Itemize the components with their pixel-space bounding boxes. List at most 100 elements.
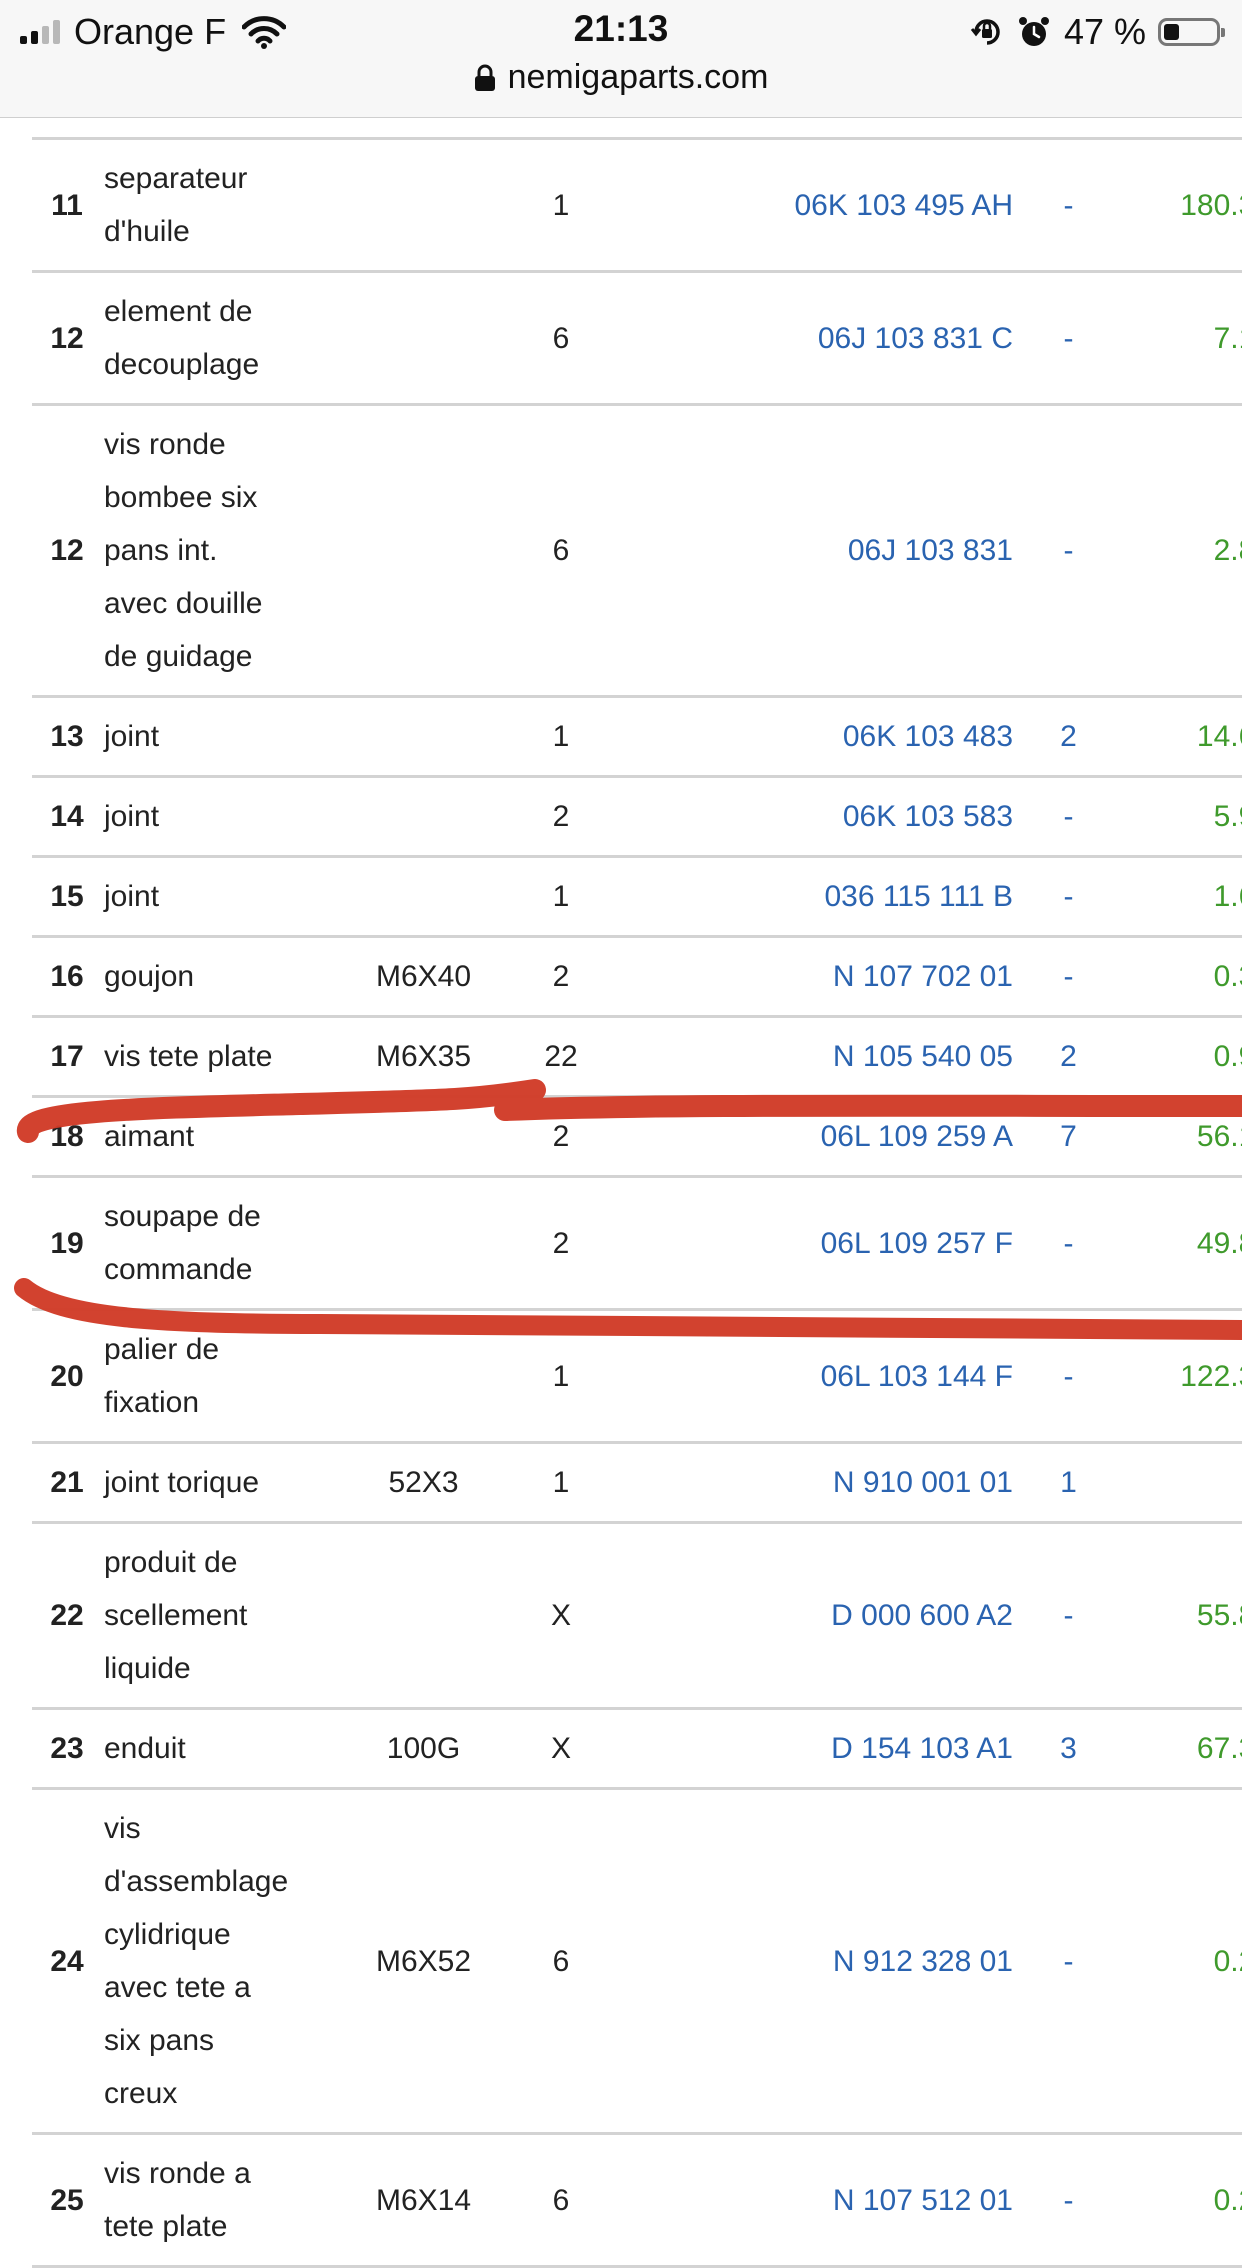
part-name-line: de guidage — [104, 640, 253, 673]
row-position: 13 — [32, 696, 102, 778]
table-row: 25 vis ronde a tete plate M6X14 6 N 107 512 0… — [32, 2133, 1242, 2268]
part-name-line: commande — [104, 1253, 253, 1286]
row-part-reference-link[interactable]: 06J 103 831 — [631, 404, 1041, 698]
row-note[interactable]: - — [1041, 1309, 1096, 1444]
row-dimension — [356, 776, 491, 858]
row-position: 25 — [32, 2133, 102, 2268]
row-dimension — [356, 404, 491, 698]
row-position: 17 — [32, 1016, 102, 1098]
row-part-reference-link[interactable]: N 912 328 01 — [631, 1788, 1041, 2135]
part-name-line: joint — [104, 720, 160, 753]
row-quantity: 6 — [491, 271, 631, 406]
row-note[interactable]: - — [1041, 856, 1096, 938]
row-note[interactable]: - — [1041, 936, 1096, 1018]
row-part-reference-link[interactable]: 036 115 111 B — [631, 856, 1041, 938]
part-name-line: liquide — [104, 1652, 191, 1685]
row-note[interactable]: 2 — [1041, 1016, 1096, 1098]
row-position: 11 — [32, 138, 102, 273]
row-price: 0.98 — [1096, 1016, 1242, 1098]
part-name-line: separateur — [104, 162, 248, 195]
row-part-name: joint — [102, 696, 356, 778]
row-part-reference-link[interactable]: 06K 103 583 — [631, 776, 1041, 858]
row-note[interactable]: - — [1041, 1788, 1096, 2135]
row-dimension — [356, 1176, 491, 1311]
row-quantity: 1 — [491, 856, 631, 938]
row-note[interactable]: - — [1041, 2133, 1096, 2268]
row-note[interactable]: 3 — [1041, 1708, 1096, 1790]
parts-table: 10joint106K 103 484 F-16.3211separateurd… — [32, 60, 1242, 2268]
row-part-name: vis ronde bombee six pans int. avec douille… — [102, 404, 356, 698]
row-dimension: M6X14 — [356, 2133, 491, 2268]
row-note[interactable]: 7 — [1041, 1096, 1096, 1178]
row-note[interactable]: 2 — [1041, 696, 1096, 778]
part-name-line: vis ronde — [104, 428, 226, 461]
row-position: 20 — [32, 1309, 102, 1444]
part-name-line: joint — [104, 800, 160, 833]
row-quantity: 1 — [491, 1309, 631, 1444]
row-position: 18 — [32, 1096, 102, 1178]
row-position: 15 — [32, 856, 102, 938]
row-note[interactable]: 1 — [1041, 1442, 1096, 1524]
row-position: 21 — [32, 1442, 102, 1524]
row-part-reference-link[interactable]: N 107 702 01 — [631, 936, 1041, 1018]
table-row: 13joint 106K 103 483214.67 — [32, 696, 1242, 778]
row-part-reference-link[interactable]: 06K 103 483 — [631, 696, 1041, 778]
row-dimension — [356, 1309, 491, 1444]
status-right: 47 % — [970, 10, 1225, 54]
page-url[interactable]: nemigaparts.com — [508, 58, 769, 97]
row-dimension: M6X40 — [356, 936, 491, 1018]
part-name-line: produit de — [104, 1546, 238, 1579]
part-name-line: joint — [104, 880, 160, 913]
row-price: 7.17 — [1096, 271, 1242, 406]
row-part-reference-link[interactable]: D 154 103 A1 — [631, 1708, 1041, 1790]
row-dimension: M6X52 — [356, 1788, 491, 2135]
row-dimension: M6X35 — [356, 1016, 491, 1098]
row-note[interactable]: - — [1041, 404, 1096, 698]
part-name-line: d'assemblage — [104, 1865, 289, 1898]
row-quantity: 22 — [491, 1016, 631, 1098]
row-note[interactable]: - — [1041, 776, 1096, 858]
row-quantity: 1 — [491, 138, 631, 273]
row-price: 0.36 — [1096, 936, 1242, 1018]
row-part-reference-link[interactable]: N 910 001 01 — [631, 1442, 1041, 1524]
table-row: 17vis tete plate M6X3522N 105 540 0520.98 — [32, 1016, 1242, 1098]
row-note[interactable]: - — [1041, 1522, 1096, 1710]
part-name-line: vis — [104, 1812, 141, 1845]
row-quantity: 6 — [491, 1788, 631, 2135]
row-quantity: 2 — [491, 1176, 631, 1311]
row-part-name: element de decouplage — [102, 271, 356, 406]
table-row: 19soupape de commande 206L 109 257 F-49.88 — [32, 1176, 1242, 1311]
table-row: 18aimant 206L 109 259 A756.16 — [32, 1096, 1242, 1178]
row-position: 14 — [32, 776, 102, 858]
row-part-reference-link[interactable]: N 105 540 05 — [631, 1016, 1041, 1098]
lock-icon — [474, 64, 495, 91]
row-note[interactable]: - — [1041, 1176, 1096, 1311]
row-price: 56.16 — [1096, 1096, 1242, 1178]
row-position: 16 — [32, 936, 102, 1018]
part-name-line: pans int. — [104, 534, 218, 567]
row-part-reference-link[interactable]: 06L 103 144 F — [631, 1309, 1041, 1444]
row-dimension: 100G — [356, 1708, 491, 1790]
row-position: 22 — [32, 1522, 102, 1710]
table-row: 12element de decouplage 606J 103 831 C-7.1… — [32, 271, 1242, 406]
row-part-reference-link[interactable]: 06L 109 259 A — [631, 1096, 1041, 1178]
row-note[interactable]: - — [1041, 138, 1096, 273]
address-bar[interactable]: nemigaparts.com — [0, 58, 1242, 97]
row-note[interactable]: - — [1041, 271, 1096, 406]
row-part-reference-link[interactable]: 06K 103 495 AH — [631, 138, 1041, 273]
row-price: 55.81 — [1096, 1522, 1242, 1710]
part-name-line: element de — [104, 295, 253, 328]
row-part-name: goujon — [102, 936, 356, 1018]
part-name-line: decouplage — [104, 348, 260, 381]
row-part-reference-link[interactable]: D 000 600 A2 — [631, 1522, 1041, 1710]
row-part-reference-link[interactable]: N 107 512 01 — [631, 2133, 1041, 2268]
table-row: 12 vis ronde bombee six pans int. avec douil… — [32, 404, 1242, 698]
part-name-line: vis tete plate — [104, 1040, 273, 1073]
part-name-line: enduit — [104, 1732, 186, 1765]
row-quantity: 2 — [491, 776, 631, 858]
row-quantity: X — [491, 1708, 631, 1790]
row-part-reference-link[interactable]: 06J 103 831 C — [631, 271, 1041, 406]
row-dimension: 52X3 — [356, 1442, 491, 1524]
battery-percentage: 47 % — [1063, 11, 1146, 52]
row-part-reference-link[interactable]: 06L 109 257 F — [631, 1176, 1041, 1311]
